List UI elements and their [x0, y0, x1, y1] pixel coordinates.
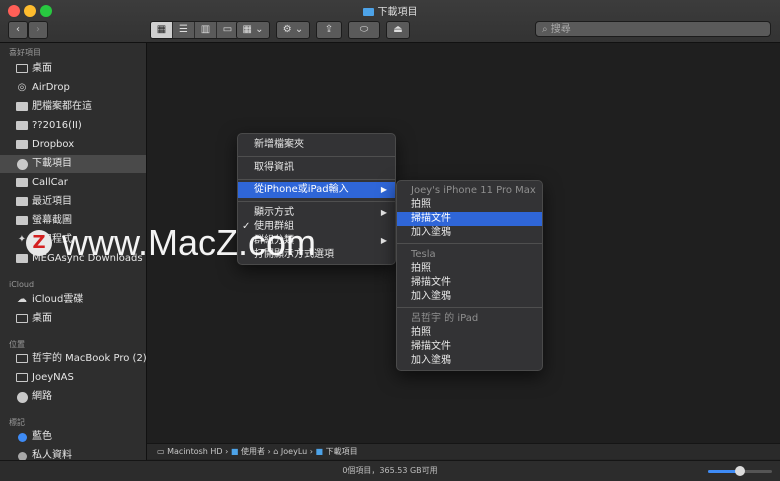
download-icon: [16, 159, 28, 170]
path-bar: ▭ Macintosh HD › ■ 使用者 › ⌂ JoeyLu › ■ 下載…: [147, 443, 780, 459]
eject-button[interactable]: ⏏: [386, 21, 410, 39]
submenu-add-sketch[interactable]: 加入塗鴉: [397, 290, 542, 304]
folder-icon: ■: [230, 447, 241, 456]
toolbar: 下載項目 ‹ › ▦ ☰ ▥ ▭ ▦ ⌄ ⚙ ⌄ ⇪ ⬭ ⏏ ⌕ 搜尋: [0, 0, 780, 43]
sidebar-item-joeynas[interactable]: JoeyNAS: [0, 369, 146, 387]
sidebar-item-2016[interactable]: ??2016(II): [0, 117, 146, 135]
folder-icon: [16, 102, 28, 112]
desktop-icon: [16, 314, 28, 324]
watermark: Z www.MacZ.com: [26, 222, 316, 264]
clock-icon: [16, 197, 28, 207]
sidebar-item-macbook[interactable]: 哲宇的 MacBook Pro (2): [0, 350, 146, 368]
gear-icon: ⚙ ⌄: [282, 24, 304, 35]
gallery-view-icon[interactable]: ▭: [217, 22, 238, 38]
action-button[interactable]: ⚙ ⌄: [276, 21, 310, 39]
share-icon: ⇪: [324, 24, 334, 35]
menu-item-new-folder[interactable]: 新增檔案夾: [238, 137, 395, 153]
finder-window: 下載項目 ‹ › ▦ ☰ ▥ ▭ ▦ ⌄ ⚙ ⌄ ⇪ ⬭ ⏏ ⌕ 搜尋 喜好項目…: [0, 0, 780, 481]
search-field[interactable]: ⌕ 搜尋: [535, 21, 771, 37]
sidebar-section-locations: 位置: [9, 340, 25, 349]
view-mode-selector[interactable]: ▦ ☰ ▥ ▭: [150, 21, 239, 39]
path-item[interactable]: 使用者: [241, 447, 265, 456]
watermark-text: www.MacZ.com: [62, 222, 317, 263]
sidebar-section-icloud: iCloud: [9, 280, 35, 289]
folder-icon: [16, 178, 28, 188]
window-title: 下載項目: [0, 3, 780, 18]
status-bar: 0個項目，365.53 GB可用: [0, 460, 780, 481]
share-button[interactable]: ⇪: [316, 21, 342, 39]
sidebar-item-network[interactable]: 網路: [0, 388, 146, 406]
submenu-arrow-icon: ▶: [380, 185, 387, 194]
menu-item-import-from-iphone[interactable]: 從iPhone或iPad輸入 ▶: [238, 182, 395, 198]
back-button[interactable]: ‹: [8, 21, 28, 39]
home-icon: ⌂: [273, 447, 281, 456]
sidebar-section-tags: 標記: [9, 418, 25, 427]
forward-button[interactable]: ›: [28, 21, 48, 39]
device-header-ipad: 呂哲宇 的 iPad: [411, 313, 479, 324]
submenu-take-photo[interactable]: 拍照: [397, 262, 542, 276]
sidebar-item-icloud-drive[interactable]: ☁ iCloud雲碟: [0, 291, 146, 309]
sidebar-item-recents[interactable]: 最近項目: [0, 193, 146, 211]
sidebar-item-desktop[interactable]: 桌面: [0, 60, 146, 78]
tag-icon: ⬭: [359, 24, 369, 35]
sidebar-item-tag-blue[interactable]: 藍色: [0, 428, 146, 446]
sidebar-item-airdrop[interactable]: ◎ AirDrop: [0, 79, 146, 97]
menu-separator: [397, 307, 542, 308]
grid-icon: ▦ ⌄: [242, 24, 264, 35]
device-header-iphone: Joey's iPhone 11 Pro Max: [411, 185, 536, 196]
icon-size-slider[interactable]: [708, 466, 772, 476]
network-icon: [16, 392, 28, 403]
sidebar-item-icloud-desktop[interactable]: 桌面: [0, 310, 146, 328]
tag-dot-icon: [16, 432, 28, 442]
icon-view-icon[interactable]: ▦: [151, 22, 173, 38]
hard-disk-icon: ▭: [157, 447, 168, 456]
import-submenu: Joey's iPhone 11 Pro Max 拍照 掃描文件 加入塗鴉 Te…: [396, 180, 543, 371]
eject-icon: ⏏: [393, 24, 403, 35]
column-view-icon[interactable]: ▥: [195, 22, 217, 38]
submenu-take-photo[interactable]: 拍照: [397, 198, 542, 212]
desktop-icon: [16, 64, 28, 74]
status-text: 0個項目，365.53 GB可用: [342, 466, 438, 475]
submenu-take-photo[interactable]: 拍照: [397, 326, 542, 340]
airdrop-icon: ◎: [17, 82, 27, 93]
folder-icon: [16, 121, 28, 131]
server-icon: [16, 373, 28, 383]
menu-separator: [238, 179, 395, 180]
laptop-icon: [16, 354, 28, 364]
sidebar-item-callcar[interactable]: CallCar: [0, 174, 146, 192]
menu-separator: [238, 201, 395, 202]
device-header-tesla: Tesla: [411, 249, 436, 260]
sidebar-section-favorites: 喜好項目: [9, 48, 41, 57]
menu-separator: [238, 156, 395, 157]
path-item[interactable]: Macintosh HD: [167, 447, 222, 456]
menu-item-get-info[interactable]: 取得資訊: [238, 160, 395, 176]
sidebar-item-downloads[interactable]: 下載項目: [0, 155, 146, 173]
submenu-scan-documents[interactable]: 掃描文件: [397, 340, 542, 354]
slider-knob[interactable]: [735, 466, 745, 476]
path-item[interactable]: 下載項目: [326, 447, 358, 456]
search-icon: ⌕: [542, 24, 551, 35]
sidebar-item-dropbox[interactable]: Dropbox: [0, 136, 146, 154]
menu-separator: [397, 243, 542, 244]
submenu-scan-documents[interactable]: 掃描文件: [397, 276, 542, 290]
sidebar-item-big-files[interactable]: 肥檔案都在這: [0, 98, 146, 116]
group-by-button[interactable]: ▦ ⌄: [236, 21, 270, 39]
folder-icon: ■: [315, 447, 326, 456]
watermark-logo: Z: [26, 230, 52, 256]
submenu-add-sketch[interactable]: 加入塗鴉: [397, 226, 542, 240]
folder-icon: [362, 8, 374, 16]
folder-icon: [16, 140, 28, 150]
list-view-icon[interactable]: ☰: [173, 22, 195, 38]
path-item[interactable]: JoeyLu: [281, 447, 307, 456]
tags-button[interactable]: ⬭: [348, 21, 380, 39]
search-placeholder: 搜尋: [550, 24, 571, 35]
submenu-add-sketch[interactable]: 加入塗鴉: [397, 354, 542, 368]
cloud-icon: ☁: [17, 294, 27, 305]
submenu-scan-documents[interactable]: 掃描文件: [397, 212, 542, 226]
